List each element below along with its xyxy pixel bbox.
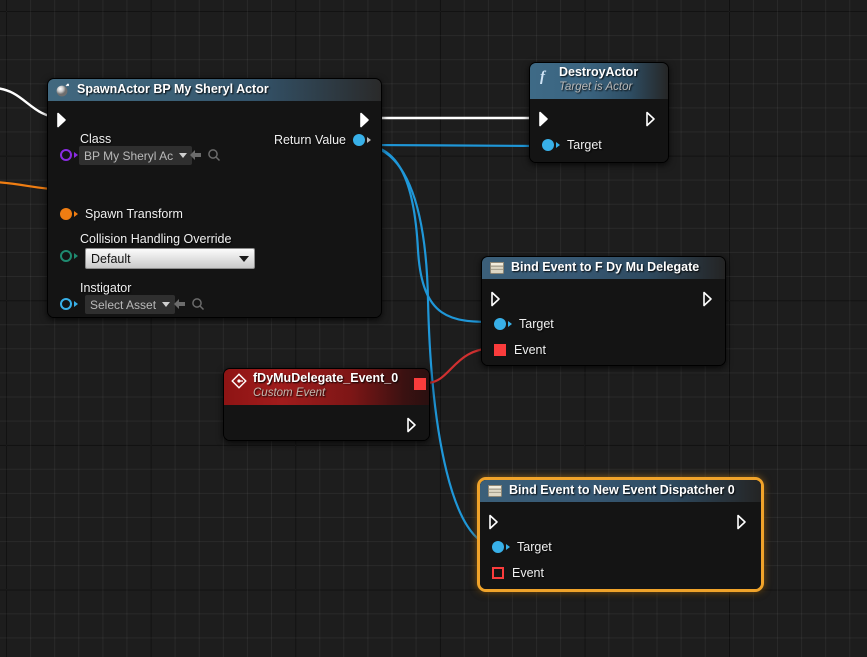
search-icon[interactable] (191, 297, 205, 311)
exec-out-icon (736, 514, 750, 530)
search-icon[interactable] (207, 148, 221, 162)
spawn-class-pin[interactable] (60, 149, 78, 161)
pin-arrow-icon (506, 544, 510, 550)
object-pin-icon (60, 298, 72, 310)
spawn-instigator-label: Instigator (80, 281, 132, 295)
destroy-exec-out-pin[interactable] (645, 111, 659, 127)
bindfdymu-target-label: Target (519, 317, 554, 331)
spawn-class-asset-value: BP My Sheryl Ac (84, 148, 174, 163)
node-custom-event-header[interactable]: fDyMuDelegate_Event_0 Custom Event (224, 369, 429, 405)
object-pin-icon (492, 541, 504, 553)
node-spawn-actor-title: SpawnActor BP My Sheryl Actor (77, 82, 269, 97)
node-bind-event-dispatcher-header[interactable]: Bind Event to New Event Dispatcher 0 (480, 480, 761, 502)
exec-out-icon (702, 291, 716, 307)
object-pin-icon (494, 318, 506, 330)
spawn-instigator-pin[interactable] (60, 298, 78, 310)
node-bind-event-dispatcher-title: Bind Event to New Event Dispatcher 0 (509, 483, 735, 498)
binddispatcher-target-pin[interactable]: Target (492, 540, 552, 554)
delegate-icon (487, 483, 503, 499)
node-destroy-actor-title: DestroyActor (559, 65, 639, 79)
spawn-collision-value: Default (91, 251, 131, 266)
bindfdymu-event-pin[interactable]: Event (494, 343, 546, 357)
spawn-transform-label: Spawn Transform (85, 207, 183, 221)
spawn-collision-pin[interactable] (60, 250, 78, 262)
enum-pin-icon (60, 250, 72, 262)
binddispatcher-exec-out-pin[interactable] (736, 514, 750, 530)
binddispatcher-target-label: Target (517, 540, 552, 554)
bindfdymu-exec-in-pin[interactable] (490, 291, 504, 307)
destroy-target-label: Target (567, 138, 602, 152)
spawn-collision-dropdown[interactable]: Default (85, 248, 255, 269)
chevron-down-icon (162, 302, 171, 307)
node-bind-event-fdymu-header[interactable]: Bind Event to F Dy Mu Delegate (482, 257, 725, 279)
exec-in-icon (488, 514, 502, 530)
destroy-target-pin[interactable]: Target (542, 138, 602, 152)
binddispatcher-event-label: Event (512, 566, 544, 580)
spawn-exec-out-pin[interactable] (359, 112, 373, 128)
browse-back-icon[interactable] (172, 297, 187, 311)
spawn-class-asset-picker[interactable]: BP My Sheryl Ac (79, 146, 193, 165)
delegate-icon (489, 260, 505, 276)
node-bind-event-dispatcher[interactable]: Bind Event to New Event Dispatcher 0 Tar… (477, 477, 764, 592)
wire-data-spawn-to-destroy-target (365, 143, 542, 148)
exec-in-icon (490, 291, 504, 307)
spawn-actor-icon (55, 82, 71, 98)
object-pin-icon (542, 139, 554, 151)
exec-out-icon (406, 417, 420, 433)
node-destroy-actor-header[interactable]: f DestroyActor Target is Actor (530, 63, 668, 99)
pin-arrow-icon (508, 321, 512, 327)
pin-arrow-icon (367, 137, 371, 143)
binddispatcher-exec-in-pin[interactable] (488, 514, 502, 530)
chevron-down-icon (239, 255, 249, 262)
binddispatcher-event-pin[interactable]: Event (492, 566, 544, 580)
spawn-exec-in-pin[interactable] (56, 112, 70, 128)
blueprint-graph-canvas[interactable]: SpawnActor BP My Sheryl Actor Return Val… (0, 0, 867, 657)
node-destroy-actor[interactable]: f DestroyActor Target is Actor Target (529, 62, 669, 163)
destroy-exec-in-pin[interactable] (538, 111, 552, 127)
pin-arrow-icon (74, 152, 78, 158)
delegate-pin-icon (492, 567, 504, 579)
spawn-collision-label: Collision Handling Override (80, 232, 232, 246)
node-spawn-actor[interactable]: SpawnActor BP My Sheryl Actor Return Val… (47, 78, 382, 318)
pin-arrow-icon (556, 142, 560, 148)
spawn-instigator-asset-picker[interactable]: Select Asset (85, 295, 176, 314)
exec-in-icon (56, 112, 70, 128)
pin-arrow-icon (74, 211, 78, 217)
node-spawn-actor-header[interactable]: SpawnActor BP My Sheryl Actor (48, 79, 381, 101)
spawn-class-asset-tools[interactable] (188, 148, 221, 162)
node-custom-event-title: fDyMuDelegate_Event_0 (253, 371, 399, 385)
exec-out-icon (645, 111, 659, 127)
node-custom-event-subtitle: Custom Event (253, 387, 326, 400)
custom-event-icon (231, 373, 247, 389)
spawn-return-value-pin[interactable]: Return Value (236, 133, 371, 147)
function-f-icon: f (537, 68, 553, 85)
bindfdymu-event-label: Event (514, 343, 546, 357)
node-bind-event-fdymu-title: Bind Event to F Dy Mu Delegate (511, 260, 700, 275)
bindfdymu-exec-out-pin[interactable] (702, 291, 716, 307)
customevent-delegate-out-pin[interactable] (414, 378, 426, 390)
wire-data-spawn-to-bindfdymu-target (365, 143, 495, 324)
exec-out-icon (359, 112, 373, 128)
spawn-instigator-asset-value: Select Asset (90, 297, 157, 312)
node-destroy-actor-subtitle: Target is Actor (559, 81, 633, 94)
node-custom-event[interactable]: fDyMuDelegate_Event_0 Custom Event (223, 368, 430, 441)
svg-text:f: f (540, 69, 547, 84)
class-pin-icon (60, 149, 72, 161)
pin-arrow-icon (74, 253, 78, 259)
delegate-pin-icon (494, 344, 506, 356)
exec-in-icon (538, 111, 552, 127)
spawn-return-value-label: Return Value (273, 133, 346, 147)
object-pin-icon (353, 134, 365, 146)
spawn-transform-pin[interactable]: Spawn Transform (60, 207, 183, 221)
struct-pin-icon (60, 208, 72, 220)
node-bind-event-fdymu[interactable]: Bind Event to F Dy Mu Delegate Target Ev… (481, 256, 726, 366)
browse-back-icon[interactable] (188, 148, 203, 162)
pin-arrow-icon (74, 301, 78, 307)
spawn-instigator-asset-tools[interactable] (172, 297, 205, 311)
bindfdymu-target-pin[interactable]: Target (494, 317, 554, 331)
chevron-down-icon (179, 153, 188, 158)
customevent-exec-out-pin[interactable] (406, 417, 420, 433)
spawn-class-label: Class (80, 132, 112, 146)
